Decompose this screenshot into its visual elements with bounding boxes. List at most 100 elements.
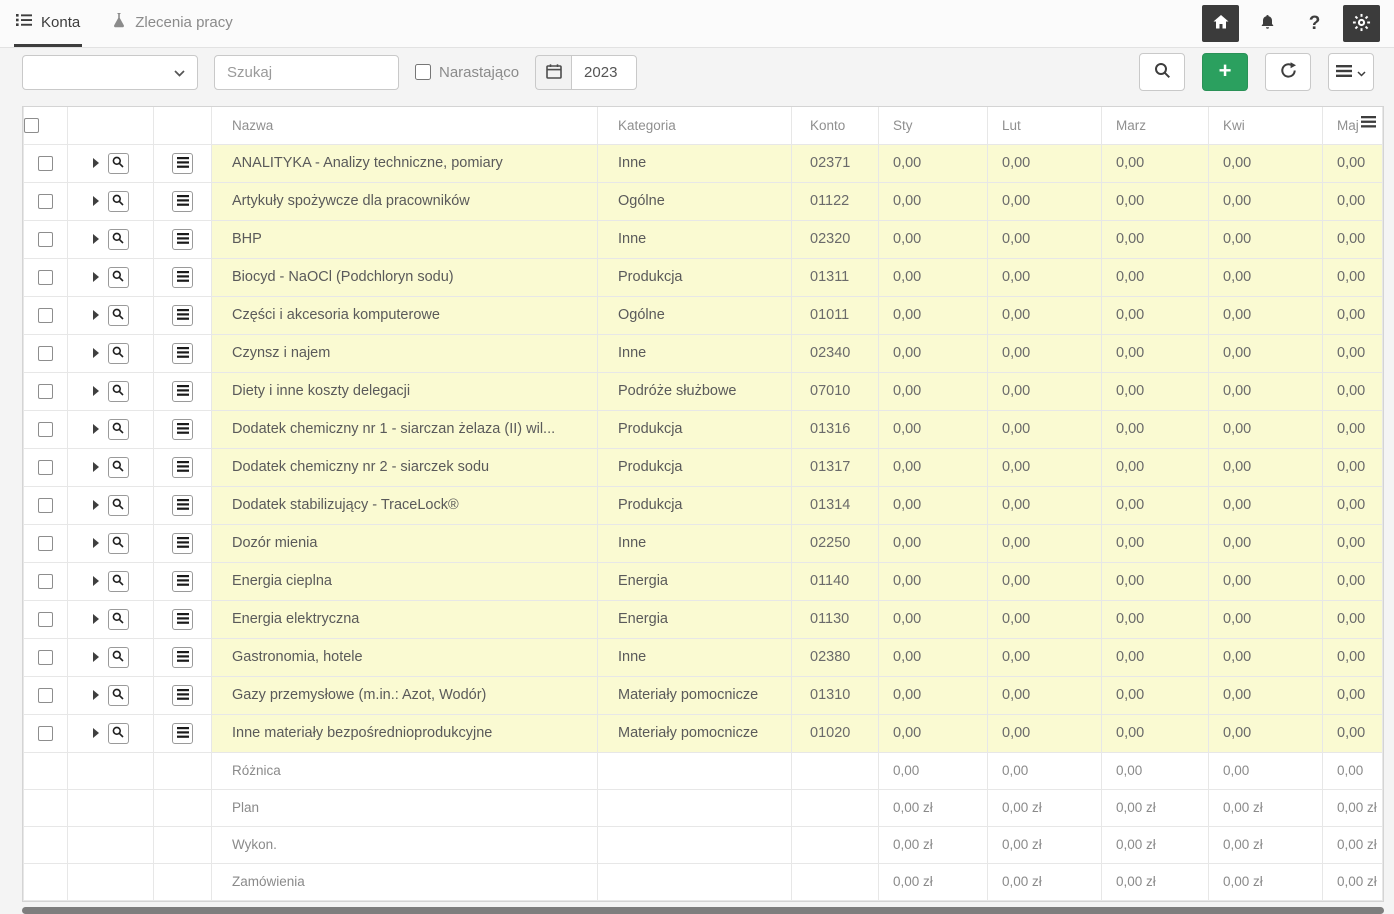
row-menu-button[interactable] [172,191,193,212]
row-menu-button[interactable] [172,723,193,744]
expand-arrow-icon[interactable] [93,462,99,472]
row-checkbox[interactable] [38,536,53,551]
row-search-button[interactable] [108,723,129,744]
row-menu-button[interactable] [172,419,193,440]
cell-month-value: 0,00 [988,144,1102,182]
row-menu-button[interactable] [172,571,193,592]
expand-arrow-icon[interactable] [93,424,99,434]
column-settings-icon[interactable] [1361,116,1376,128]
row-menu-button[interactable] [172,343,193,364]
row-search-button[interactable] [108,153,129,174]
column-header-kategoria[interactable]: Kategoria [598,107,792,144]
tab-konta[interactable]: Konta [14,0,82,47]
expand-arrow-icon[interactable] [93,348,99,358]
row-checkbox[interactable] [38,460,53,475]
row-search-button[interactable] [108,609,129,630]
row-search-button[interactable] [108,571,129,592]
tab-zlecenia-pracy[interactable]: Zlecenia pracy [110,0,235,47]
horizontal-scrollbar[interactable] [22,906,1384,914]
column-header-nazwa[interactable]: Nazwa [212,107,598,144]
expand-arrow-icon[interactable] [93,272,99,282]
column-header-sty[interactable]: Sty [879,107,988,144]
row-checkbox[interactable] [38,346,53,361]
notifications-button[interactable] [1249,5,1286,42]
expand-arrow-icon[interactable] [93,728,99,738]
row-menu-button[interactable] [172,533,193,554]
expand-arrow-icon[interactable] [93,690,99,700]
row-search-button[interactable] [108,267,129,288]
expand-arrow-icon[interactable] [93,614,99,624]
row-search-button[interactable] [108,495,129,516]
column-header-konto[interactable]: Konto [792,107,879,144]
row-checkbox[interactable] [38,498,53,513]
bell-icon [1259,13,1276,34]
row-menu-button[interactable] [172,457,193,478]
row-checkbox[interactable] [38,726,53,741]
row-search-button[interactable] [108,381,129,402]
row-checkbox[interactable] [38,270,53,285]
row-menu-button[interactable] [172,685,193,706]
row-search-button[interactable] [108,533,129,554]
cell-kategoria: Inne [598,638,792,676]
column-header-kwi[interactable]: Kwi [1209,107,1323,144]
expand-arrow-icon[interactable] [93,234,99,244]
row-search-button[interactable] [108,191,129,212]
row-checkbox[interactable] [38,574,53,589]
horizontal-scrollbar-thumb[interactable] [22,907,1384,914]
row-menu-button[interactable] [172,609,193,630]
expand-arrow-icon[interactable] [93,576,99,586]
row-checkbox[interactable] [38,156,53,171]
row-menu-button[interactable] [172,381,193,402]
cell-month-value: 0,00 [1102,372,1209,410]
settings-button[interactable] [1343,5,1380,42]
row-search-button[interactable] [108,419,129,440]
year-field[interactable]: 2023 [571,55,637,90]
row-search-button[interactable] [108,647,129,668]
menu-button[interactable] [1328,53,1374,91]
row-checkbox[interactable] [38,384,53,399]
work-orders-icon [112,12,126,32]
expand-arrow-icon[interactable] [93,500,99,510]
row-checkbox[interactable] [38,308,53,323]
row-menu-button[interactable] [172,153,193,174]
cumulative-checkbox-input[interactable] [415,64,431,80]
row-checkbox[interactable] [38,688,53,703]
calendar-button[interactable] [535,55,571,90]
row-checkbox[interactable] [38,650,53,665]
search-button[interactable] [1139,53,1185,91]
column-header-lut[interactable]: Lut [988,107,1102,144]
filter-select[interactable] [22,55,198,90]
help-button[interactable]: ? [1296,5,1333,42]
row-search-button[interactable] [108,457,129,478]
row-menu-button[interactable] [172,647,193,668]
search-icon [112,725,124,742]
home-button[interactable] [1202,5,1239,42]
row-checkbox[interactable] [38,194,53,209]
tab-konta-label: Konta [41,14,80,31]
select-all-checkbox[interactable] [24,118,39,133]
row-search-button[interactable] [108,229,129,250]
row-menu-button[interactable] [172,229,193,250]
expand-arrow-icon[interactable] [93,158,99,168]
row-menu-button[interactable] [172,495,193,516]
refresh-button[interactable] [1265,53,1311,91]
expand-arrow-icon[interactable] [93,652,99,662]
search-icon [112,497,124,514]
expand-arrow-icon[interactable] [93,386,99,396]
row-checkbox[interactable] [38,422,53,437]
row-checkbox[interactable] [38,612,53,627]
row-search-button[interactable] [108,685,129,706]
expand-arrow-icon[interactable] [93,196,99,206]
row-search-button[interactable] [108,305,129,326]
row-search-button[interactable] [108,343,129,364]
expand-arrow-icon[interactable] [93,538,99,548]
add-button[interactable]: + [1202,53,1248,91]
row-menu-button[interactable] [172,267,193,288]
cumulative-checkbox[interactable]: Narastająco [415,64,519,81]
row-checkbox[interactable] [38,232,53,247]
chevron-down-icon [1357,65,1366,80]
column-header-marz[interactable]: Marz [1102,107,1209,144]
expand-arrow-icon[interactable] [93,310,99,320]
search-input[interactable] [214,55,399,90]
row-menu-button[interactable] [172,305,193,326]
